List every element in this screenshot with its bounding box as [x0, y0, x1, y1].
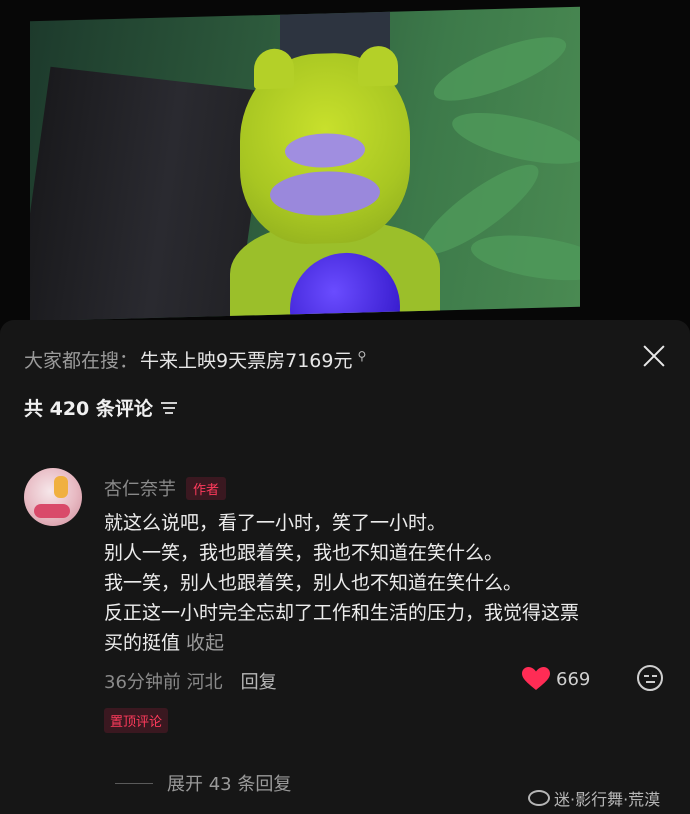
heart-icon [522, 667, 550, 690]
character-ear [358, 45, 398, 87]
search-icon: ⚲ [357, 348, 367, 363]
expand-replies-label: 展开 43 条回复 [167, 774, 292, 795]
reply-button[interactable]: 回复 [241, 668, 277, 694]
comment-time-location: 36分钟前 河北 [104, 672, 223, 693]
collapse-button[interactable]: 收起 [186, 632, 224, 654]
close-icon[interactable] [640, 342, 668, 370]
expand-replies-button[interactable]: 展开 43 条回复 [115, 770, 291, 796]
pinned-comment-badge: 置顶评论 [104, 708, 169, 733]
dislike-face-icon[interactable] [637, 665, 663, 691]
comment-line: 别人一笑，我也跟着笑，我也不知道在笑什么。 [104, 542, 504, 564]
avatar[interactable] [24, 468, 82, 526]
search-suggestion-prefix: 大家都在搜： [24, 350, 139, 372]
cinema-screen [30, 6, 580, 322]
like-button[interactable]: 669 [522, 667, 590, 691]
comment-count-header: 共 420 条评论 [24, 394, 177, 421]
video-frame-photo [0, 0, 690, 330]
comment-line: 我一笑，别人也跟着笑，别人也不知道在笑什么。 [104, 572, 523, 594]
comment-body: 杏仁奈芋 作者 就这么说吧，看了一小时，笑了一小时。 别人一笑，我也跟着笑，我也… [104, 468, 664, 733]
comment-line: 就这么说吧，看了一小时，笑了一小时。 [104, 512, 447, 534]
foliage [427, 24, 573, 114]
comment-line: 买的挺值 [104, 632, 181, 654]
comment-text: 就这么说吧，看了一小时，笑了一小时。 别人一笑，我也跟着笑，我也不知道在笑什么。… [104, 508, 664, 658]
divider [115, 782, 153, 784]
cartoon-character [230, 45, 440, 322]
comment-meta: 36分钟前 河北 回复 669 [104, 664, 664, 698]
watermark-text: 迷·影行舞·荒漠 [554, 790, 661, 809]
search-suggestion[interactable]: 大家都在搜： 牛来上映9天票房7169元 ⚲ [24, 346, 366, 373]
foliage [467, 227, 580, 288]
weibo-icon [528, 790, 550, 806]
foliage [447, 102, 580, 175]
character-head [240, 45, 410, 246]
comment-line-last: 买的挺值 收起 [104, 628, 664, 658]
like-count: 669 [556, 668, 591, 690]
character-ear [254, 48, 294, 90]
filter-sort-icon[interactable] [160, 401, 177, 415]
character-lower-lip [270, 170, 380, 217]
author-name[interactable]: 杏仁奈芋 [104, 475, 176, 501]
author-row: 杏仁奈芋 作者 [104, 468, 664, 508]
author-badge: 作者 [186, 476, 227, 500]
search-suggestion-query[interactable]: 牛来上映9天票房7169元 [140, 346, 352, 373]
character-upper-lip [285, 132, 365, 169]
comment-line: 反正这一小时完全忘却了工作和生活的压力，我觉得这票 [104, 602, 580, 624]
watermark: 迷·影行舞·荒漠 [528, 786, 660, 810]
comment-count-label: 共 420 条评论 [24, 398, 153, 420]
comment-sheet: 大家都在搜： 牛来上映9天票房7169元 ⚲ 共 420 条评论 杏仁奈芋 作者… [0, 320, 690, 814]
